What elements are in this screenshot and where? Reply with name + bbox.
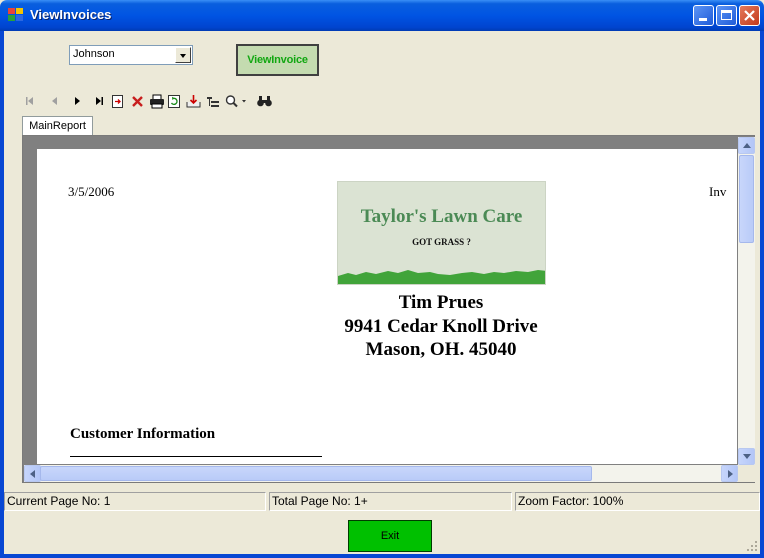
view-invoice-label: ViewInvoice — [247, 54, 308, 66]
first-page-icon[interactable] — [24, 92, 36, 110]
vertical-scroll-thumb[interactable] — [739, 155, 754, 243]
close-view-icon[interactable] — [131, 92, 145, 110]
resize-grip-icon[interactable] — [746, 540, 758, 552]
status-current-page: Current Page No: 1 — [4, 492, 266, 511]
section-divider — [70, 456, 322, 457]
close-button[interactable] — [739, 5, 760, 26]
window-title: ViewInvoices — [30, 7, 112, 22]
scroll-right-button[interactable] — [721, 465, 738, 482]
customer-select-dropdown-button[interactable] — [175, 47, 191, 63]
exit-label: Exit — [380, 530, 400, 542]
grass-graphic — [338, 270, 545, 284]
app-icon[interactable] — [8, 8, 24, 22]
group-tree-icon[interactable] — [206, 92, 220, 110]
company-logo: Taylor's Lawn Care GOT GRASS ? — [337, 181, 546, 285]
scroll-up-button[interactable] — [738, 137, 755, 154]
report-date: 3/5/2006 — [68, 184, 115, 199]
goto-page-icon[interactable] — [111, 92, 125, 110]
scroll-corner — [738, 465, 755, 482]
minimize-button[interactable] — [693, 5, 714, 26]
chevron-left-icon — [30, 470, 35, 478]
exit-button[interactable]: Exit — [348, 520, 432, 552]
scroll-down-button[interactable] — [738, 448, 755, 465]
chevron-up-icon — [743, 143, 751, 148]
print-icon[interactable] — [149, 92, 165, 110]
status-total-page: Total Page No: 1+ — [269, 492, 512, 511]
window-border-bottom — [0, 554, 764, 558]
zoom-icon[interactable] — [224, 92, 248, 110]
refresh-icon[interactable] — [167, 92, 181, 110]
customer-select-value: Johnson — [73, 48, 115, 60]
chevron-down-icon — [743, 454, 751, 459]
view-invoice-button[interactable]: ViewInvoice — [236, 44, 319, 76]
tab-label: MainReport — [29, 120, 86, 132]
report-header-right: Inv — [709, 184, 727, 199]
company-street: 9941 Cedar Knoll Drive — [344, 316, 538, 337]
prev-page-icon[interactable] — [50, 92, 60, 110]
company-city: Mason, OH. 45040 — [365, 339, 517, 360]
minimize-icon — [699, 18, 707, 21]
chevron-down-icon — [180, 54, 186, 58]
export-icon[interactable] — [186, 92, 201, 110]
title-bar[interactable]: ViewInvoices — [0, 0, 764, 31]
chevron-right-icon — [728, 470, 733, 478]
company-name: Tim Prues — [398, 292, 484, 313]
status-zoom: Zoom Factor: 100% — [515, 492, 760, 511]
customer-select[interactable]: Johnson — [69, 45, 193, 65]
report-page: 3/5/2006 Inv Taylor's Lawn Care GOT GRAS… — [37, 149, 737, 464]
search-icon[interactable] — [256, 92, 274, 110]
scroll-left-button[interactable] — [24, 465, 41, 482]
maximize-icon — [721, 10, 732, 20]
logo-tagline: GOT GRASS ? — [412, 237, 471, 247]
section-title: Customer Information — [70, 426, 216, 442]
close-icon — [744, 10, 755, 21]
tab-main-report[interactable]: MainReport — [22, 116, 93, 135]
horizontal-scroll-thumb[interactable] — [40, 466, 592, 481]
logo-name: Taylor's Lawn Care — [360, 206, 523, 227]
maximize-button[interactable] — [716, 5, 737, 26]
next-page-icon[interactable] — [72, 92, 82, 110]
window-border-right — [760, 31, 764, 558]
window-border-left — [0, 31, 4, 558]
last-page-icon[interactable] — [93, 92, 105, 110]
